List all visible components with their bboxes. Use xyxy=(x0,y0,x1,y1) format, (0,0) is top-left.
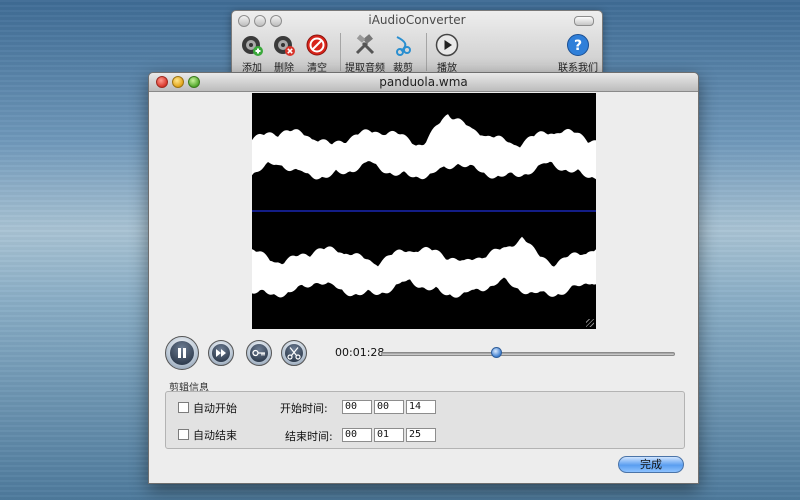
delete-icon xyxy=(272,33,296,57)
window-title: iAudioConverter xyxy=(368,13,466,27)
waveform-view[interactable] xyxy=(252,93,596,329)
key-icon xyxy=(252,349,265,357)
add-icon xyxy=(240,33,264,57)
play-icon xyxy=(435,33,459,57)
pause-icon xyxy=(178,348,186,358)
editor-title: panduola.wma xyxy=(379,75,468,89)
trim-button[interactable]: 裁剪 xyxy=(383,33,423,74)
done-button[interactable]: 完成 xyxy=(618,456,684,473)
pause-button[interactable] xyxy=(165,336,199,370)
waveform-channel-right xyxy=(252,236,596,298)
fast-forward-button[interactable] xyxy=(208,340,234,366)
start-time-label: 开始时间: xyxy=(280,402,328,415)
cut-button[interactable] xyxy=(281,340,307,366)
end-hour-field[interactable]: 00 xyxy=(342,428,372,442)
position-slider[interactable] xyxy=(381,352,675,356)
start-second-field[interactable]: 14 xyxy=(406,400,436,414)
end-time-label: 结束时间: xyxy=(285,430,333,443)
help-icon: ? xyxy=(566,33,590,57)
extract-audio-icon xyxy=(353,33,377,57)
set-marker-button[interactable] xyxy=(246,340,272,366)
play-button[interactable]: 播放 xyxy=(427,33,467,74)
start-hour-field[interactable]: 00 xyxy=(342,400,372,414)
contact-us-button[interactable]: ? 联系我们 xyxy=(554,33,602,74)
end-second-field[interactable]: 25 xyxy=(406,428,436,442)
resize-grip[interactable] xyxy=(586,319,594,327)
trim-editor-window: panduola.wma 00:01:28 剪辑信息 自动开始 自动结束 开始时… xyxy=(148,72,699,484)
auto-end-checkbox[interactable] xyxy=(178,429,189,440)
svg-text:?: ? xyxy=(574,38,582,54)
waveform-channel-left xyxy=(252,114,596,180)
current-time: 00:01:28 xyxy=(335,346,385,359)
fast-forward-icon xyxy=(216,349,226,357)
main-window: iAudioConverter 添加 删除 清空 提取音频 裁剪 播放 ? 联系… xyxy=(231,10,603,76)
auto-start-checkbox[interactable] xyxy=(178,402,189,413)
auto-end-label: 自动结束 xyxy=(193,429,237,442)
auto-start-label: 自动开始 xyxy=(193,402,237,415)
clear-button[interactable]: 清空 xyxy=(297,33,337,74)
extract-audio-button[interactable]: 提取音频 xyxy=(343,33,387,74)
position-slider-knob[interactable] xyxy=(490,347,502,358)
start-minute-field[interactable]: 00 xyxy=(374,400,404,414)
toolbar-separator xyxy=(340,33,341,71)
clear-icon xyxy=(305,33,329,57)
editor-titlebar: panduola.wma xyxy=(149,73,698,92)
toolbar-toggle-button[interactable] xyxy=(574,16,594,26)
end-minute-field[interactable]: 01 xyxy=(374,428,404,442)
trim-icon xyxy=(391,33,415,57)
clip-info-group: 自动开始 自动结束 开始时间: 00 00 14 结束时间: 00 01 25 xyxy=(165,391,685,449)
scissors-icon xyxy=(287,347,301,360)
waveform-graphic xyxy=(252,114,596,298)
